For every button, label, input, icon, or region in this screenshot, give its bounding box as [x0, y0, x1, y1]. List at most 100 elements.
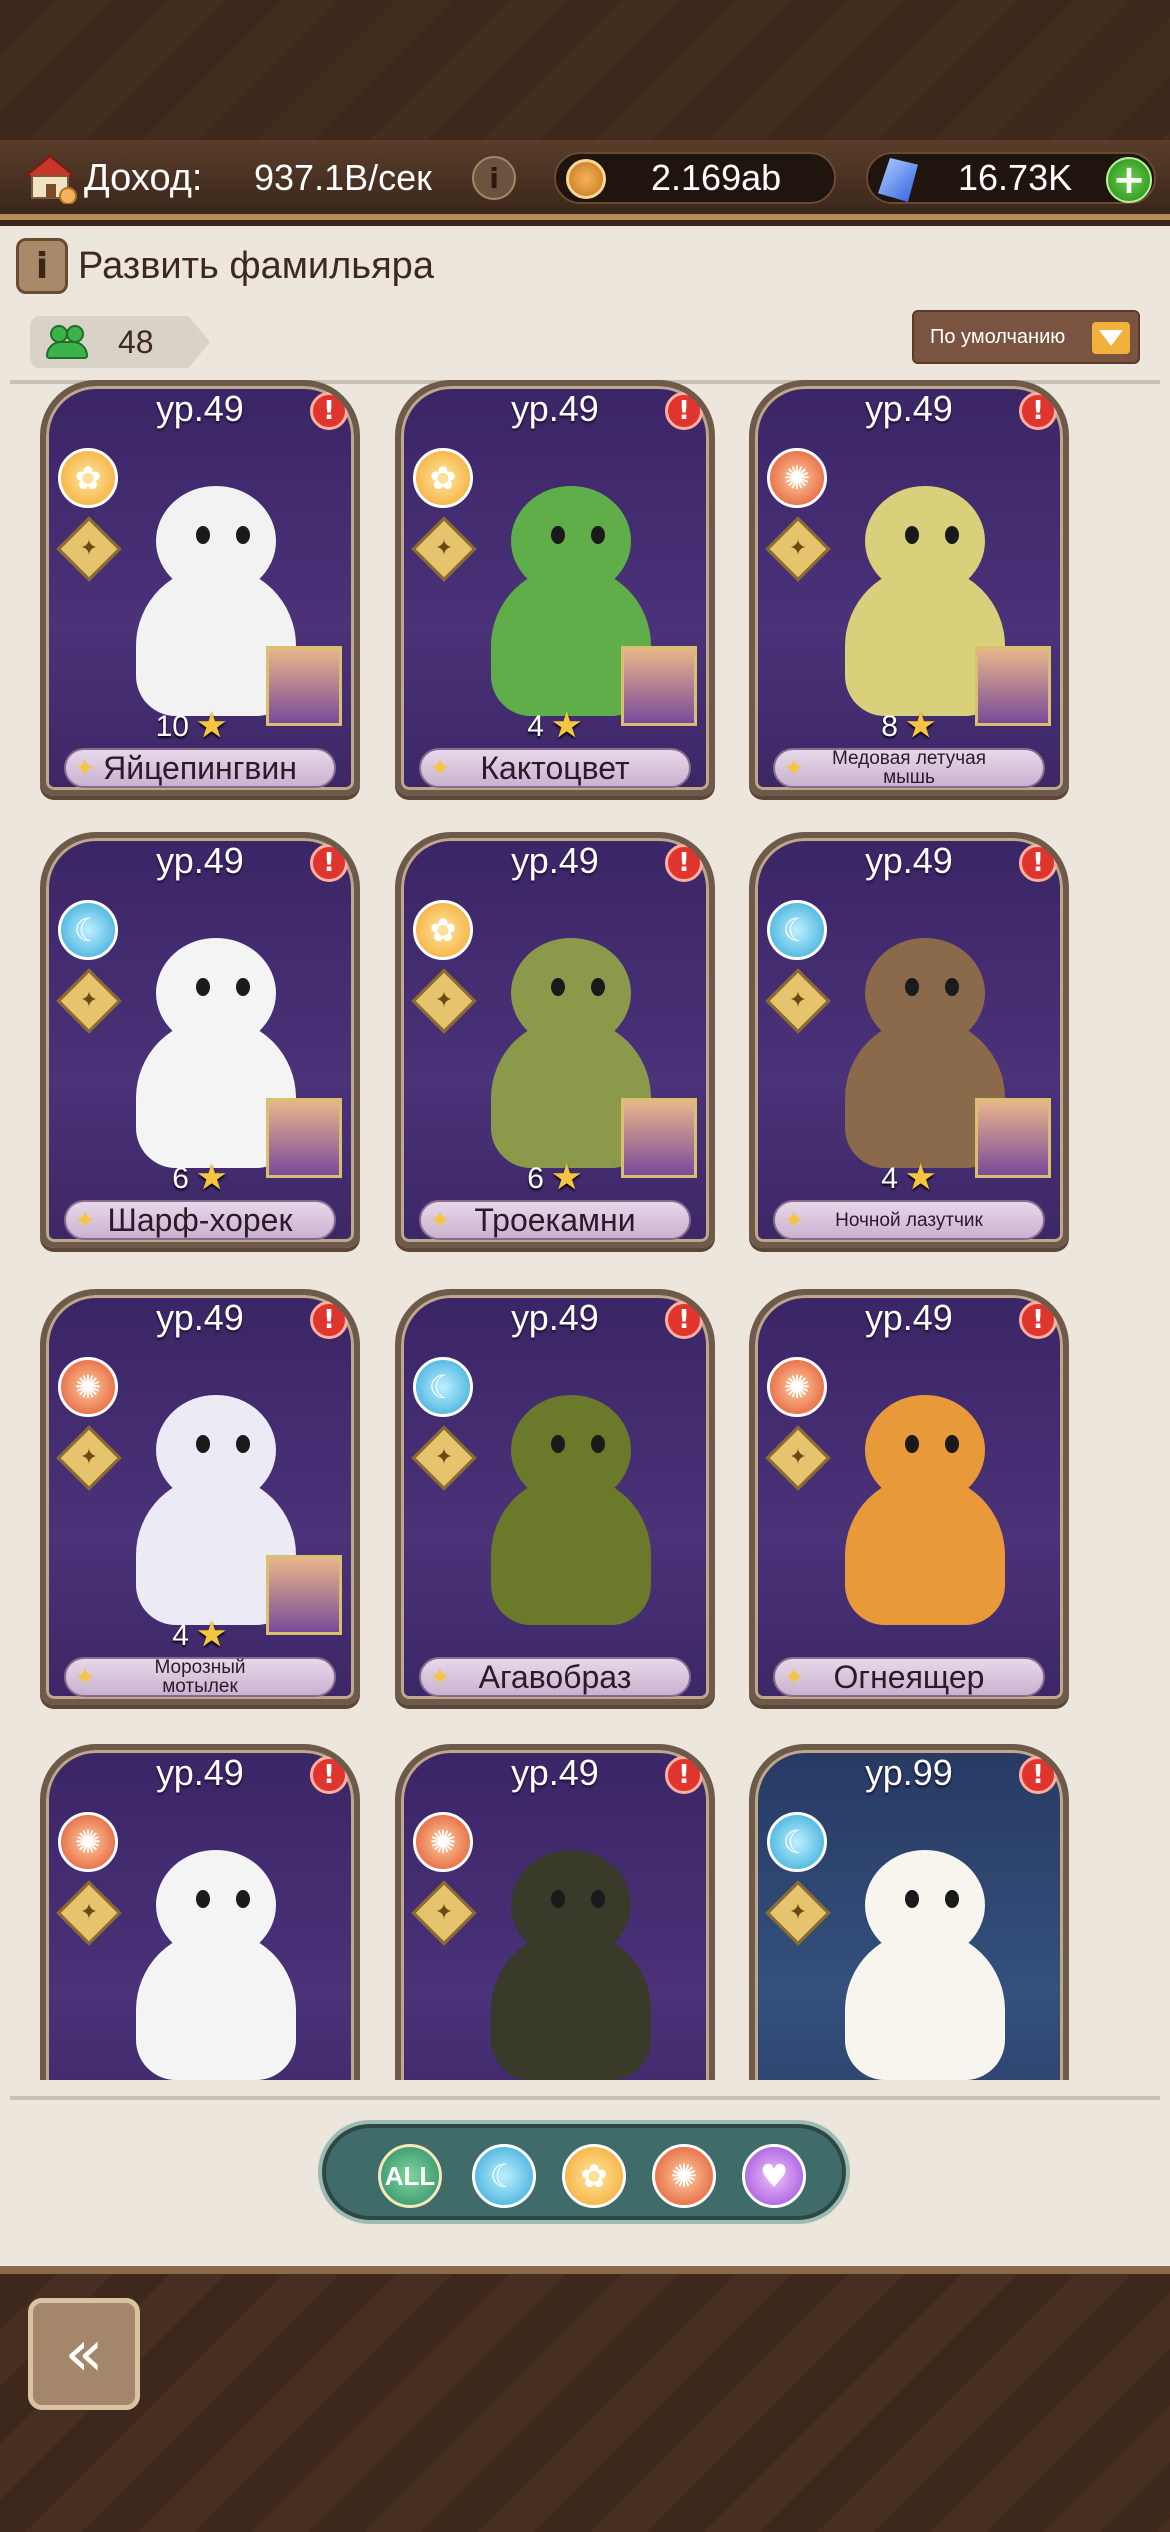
sort-dropdown[interactable]: По умолчанию [912, 310, 1140, 364]
name-plate: ✦ Огнеящер [773, 1657, 1045, 1697]
moon-icon: ☾ [767, 1812, 827, 1872]
role-icon: ✦ [411, 968, 477, 1034]
element-filter-bar: ALL ☾ ✿ ✺ ♥ [318, 2120, 850, 2224]
sparkle-icon: ✦ [783, 1663, 805, 1693]
familiar-name: Шарф-хорек [107, 1201, 293, 1238]
panel-header: i Развить фамильяра [16, 236, 434, 296]
filter-heart-button[interactable]: ♥ [742, 2144, 806, 2208]
coin-value: 2.169ab [651, 157, 782, 198]
character-portrait [621, 646, 697, 726]
alert-icon: ! [665, 1301, 703, 1339]
dropdown-arrow-icon [1092, 322, 1130, 354]
star-count: 4 ★ [527, 707, 581, 743]
star-icon: ★ [197, 707, 226, 743]
income-info-button[interactable]: i [472, 156, 516, 200]
familiar-count-badge: 48 [30, 316, 210, 368]
familiar-name: Агавобраз [478, 1658, 632, 1695]
character-portrait [266, 1098, 342, 1178]
sun-icon: ✺ [58, 1812, 118, 1872]
familiar-card[interactable]: ур.49! ✺ ✦ 8 ★ ✦ Медовая летучая мышь [749, 380, 1069, 796]
flower-icon: ✿ [413, 900, 473, 960]
familiar-card[interactable]: ур.99! ☾ ✦ [749, 1744, 1069, 2080]
alert-icon: ! [665, 1756, 703, 1794]
star-count: 8 ★ [881, 707, 935, 743]
alert-icon: ! [310, 1756, 348, 1794]
alert-icon: ! [665, 844, 703, 882]
name-plate: ✦ Агавобраз [419, 1657, 691, 1697]
bottom-background [0, 2266, 1170, 2532]
card-level: ур.49 [156, 840, 244, 881]
familiar-card[interactable]: ур.49! ☾ ✦ ✦ Агавобраз [395, 1289, 715, 1705]
people-icon [46, 325, 88, 359]
moon-icon: ☾ [413, 1357, 473, 1417]
character-portrait [266, 646, 342, 726]
filter-moon-button[interactable]: ☾ [472, 2144, 536, 2208]
familiar-card[interactable]: ур.49! ☾ ✦ 4 ★ ✦ Ночной лазутчик [749, 832, 1069, 1248]
moon-icon: ☾ [489, 2157, 519, 2195]
alert-icon: ! [1019, 392, 1057, 430]
heart-icon: ♥ [759, 2157, 789, 2195]
role-icon: ✦ [411, 1425, 477, 1491]
name-plate: ✦ Кактоцвет [419, 748, 691, 788]
card-level: ур.49 [511, 1752, 599, 1793]
page-title: Развить фамильяра [78, 244, 434, 287]
income-value: 937.1B/сек [254, 157, 432, 198]
add-gems-button[interactable]: + [1106, 157, 1152, 203]
familiar-card[interactable]: ур.49! ✺ ✦ [40, 1744, 360, 2080]
role-icon: ✦ [765, 516, 831, 582]
alert-icon: ! [1019, 1756, 1057, 1794]
role-icon: ✦ [411, 1880, 477, 1946]
gem-value: 16.73K [958, 157, 1073, 198]
sun-icon: ✺ [767, 448, 827, 508]
creature-art [471, 1840, 671, 2080]
filter-sun-button[interactable]: ✺ [652, 2144, 716, 2208]
familiar-card[interactable]: ур.49! ✿ ✦ 10 ★ ✦ Яйцепингвин [40, 380, 360, 796]
name-plate: ✦ Ночной лазутчик [773, 1200, 1045, 1240]
familiar-name: Огнеящер [833, 1658, 985, 1695]
sun-icon: ✺ [413, 1812, 473, 1872]
alert-icon: ! [1019, 844, 1057, 882]
name-plate: ✦ Морозный мотылек [64, 1657, 336, 1697]
familiar-name: Морозный мотылек [154, 1657, 246, 1697]
role-icon: ✦ [56, 516, 122, 582]
card-level: ур.49 [156, 1297, 244, 1338]
back-button[interactable]: « [28, 2298, 140, 2410]
card-level: ур.49 [865, 388, 953, 429]
income-display: Доход: 937.1B/сек i [14, 152, 516, 205]
role-icon: ✦ [765, 968, 831, 1034]
sparkle-icon: ✦ [429, 1663, 451, 1693]
alert-icon: ! [310, 1301, 348, 1339]
filter-all-button[interactable]: ALL [378, 2144, 442, 2208]
familiar-card[interactable]: ур.49! ✺ ✦ ✦ Огнеящер [749, 1289, 1069, 1705]
card-level: ур.49 [156, 388, 244, 429]
bottom-divider [10, 2096, 1160, 2100]
alert-icon: ! [665, 392, 703, 430]
familiar-card[interactable]: ур.49! ✿ ✦ 4 ★ ✦ Кактоцвет [395, 380, 715, 796]
filter-flower-button[interactable]: ✿ [562, 2144, 626, 2208]
card-level: ур.49 [511, 388, 599, 429]
sparkle-icon: ✦ [74, 754, 96, 784]
familiar-card[interactable]: ур.49! ☾ ✦ 6 ★ ✦ Шарф-хорек [40, 832, 360, 1248]
coin-icon [566, 159, 606, 199]
alert-icon: ! [310, 392, 348, 430]
gem-icon [878, 158, 918, 202]
familiar-card[interactable]: ур.49! ✺ ✦ [395, 1744, 715, 2080]
star-icon: ★ [197, 1616, 226, 1652]
familiar-card[interactable]: ур.49! ✺ ✦ 4 ★ ✦ Морозный мотылек [40, 1289, 360, 1705]
back-arrow-icon: « [64, 2317, 104, 2391]
resource-bar: Доход: 937.1B/сек i 2.169ab 16.73K + [0, 140, 1170, 220]
income-label: Доход: [84, 156, 203, 199]
role-icon: ✦ [765, 1425, 831, 1491]
house-icon [20, 152, 82, 205]
star-count: 4 ★ [172, 1616, 226, 1652]
familiar-card[interactable]: ур.49! ✿ ✦ 6 ★ ✦ Троекамни [395, 832, 715, 1248]
sparkle-icon: ✦ [74, 1663, 96, 1693]
flower-icon: ✿ [580, 2157, 608, 2195]
star-count: 10 ★ [155, 707, 226, 743]
sun-icon: ✺ [58, 1357, 118, 1417]
star-icon: ★ [906, 707, 935, 743]
creature-art [116, 1840, 316, 2080]
role-icon: ✦ [765, 1880, 831, 1946]
info-icon[interactable]: i [16, 238, 68, 294]
star-icon: ★ [552, 1159, 581, 1195]
